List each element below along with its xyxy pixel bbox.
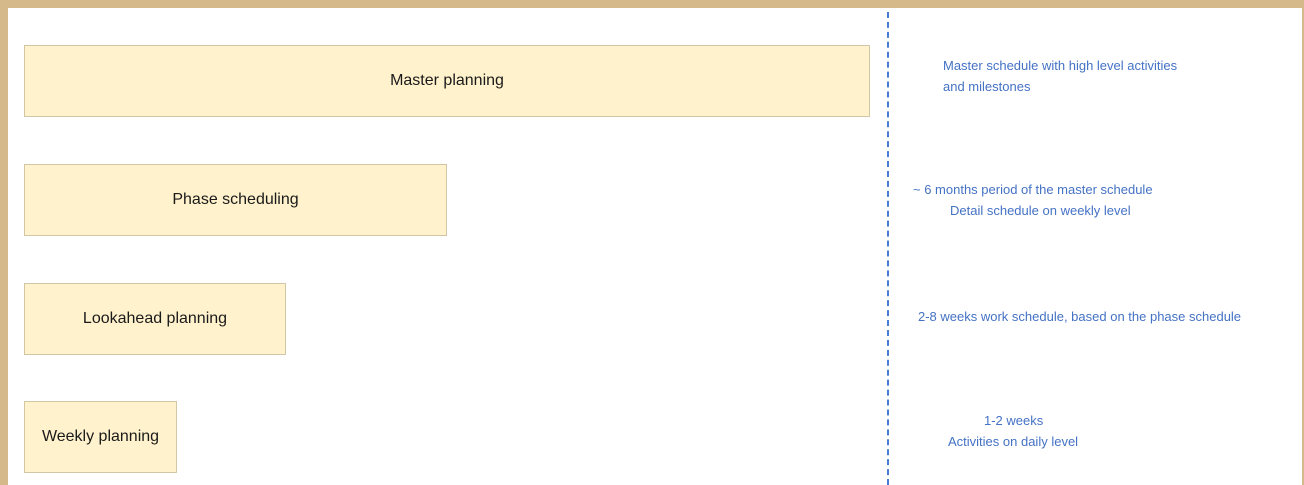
note-line: 2-8 weeks work schedule, based on the ph… <box>918 309 1242 324</box>
note-line: ~ 6 months period of the master schedule <box>913 182 1153 197</box>
master-planning-label: Master planning <box>390 72 504 89</box>
phase-scheduling-box: Phase scheduling <box>24 164 447 236</box>
note-line: Activities on daily level <box>948 434 1079 449</box>
phase-scheduling-note: ~ 6 months period of the master schedule… <box>913 179 1153 221</box>
lookahead-planning-box: Lookahead planning <box>24 283 286 355</box>
weekly-planning-box: Weekly planning <box>24 401 177 473</box>
note-line: Master schedule with high level activiti… <box>943 58 1178 73</box>
weekly-planning-note: 1-2 weeks Activities on daily level <box>948 410 1078 452</box>
note-line: 1-2 weeks <box>984 413 1044 428</box>
master-planning-box: Master planning <box>24 45 870 117</box>
diagram-canvas: Master planning Phase scheduling Lookahe… <box>8 8 1302 485</box>
weekly-planning-label: Weekly planning <box>41 428 160 445</box>
dashed-divider <box>887 12 889 485</box>
lookahead-planning-note: 2-8 weeks work schedule, based on the ph… <box>918 306 1241 327</box>
phase-scheduling-label: Phase scheduling <box>172 191 299 208</box>
note-line: and milestones <box>943 79 1031 94</box>
note-line: Detail schedule on weekly level <box>950 203 1131 218</box>
master-planning-note: Master schedule with high level activiti… <box>943 55 1177 97</box>
lookahead-planning-label: Lookahead planning <box>82 310 228 327</box>
